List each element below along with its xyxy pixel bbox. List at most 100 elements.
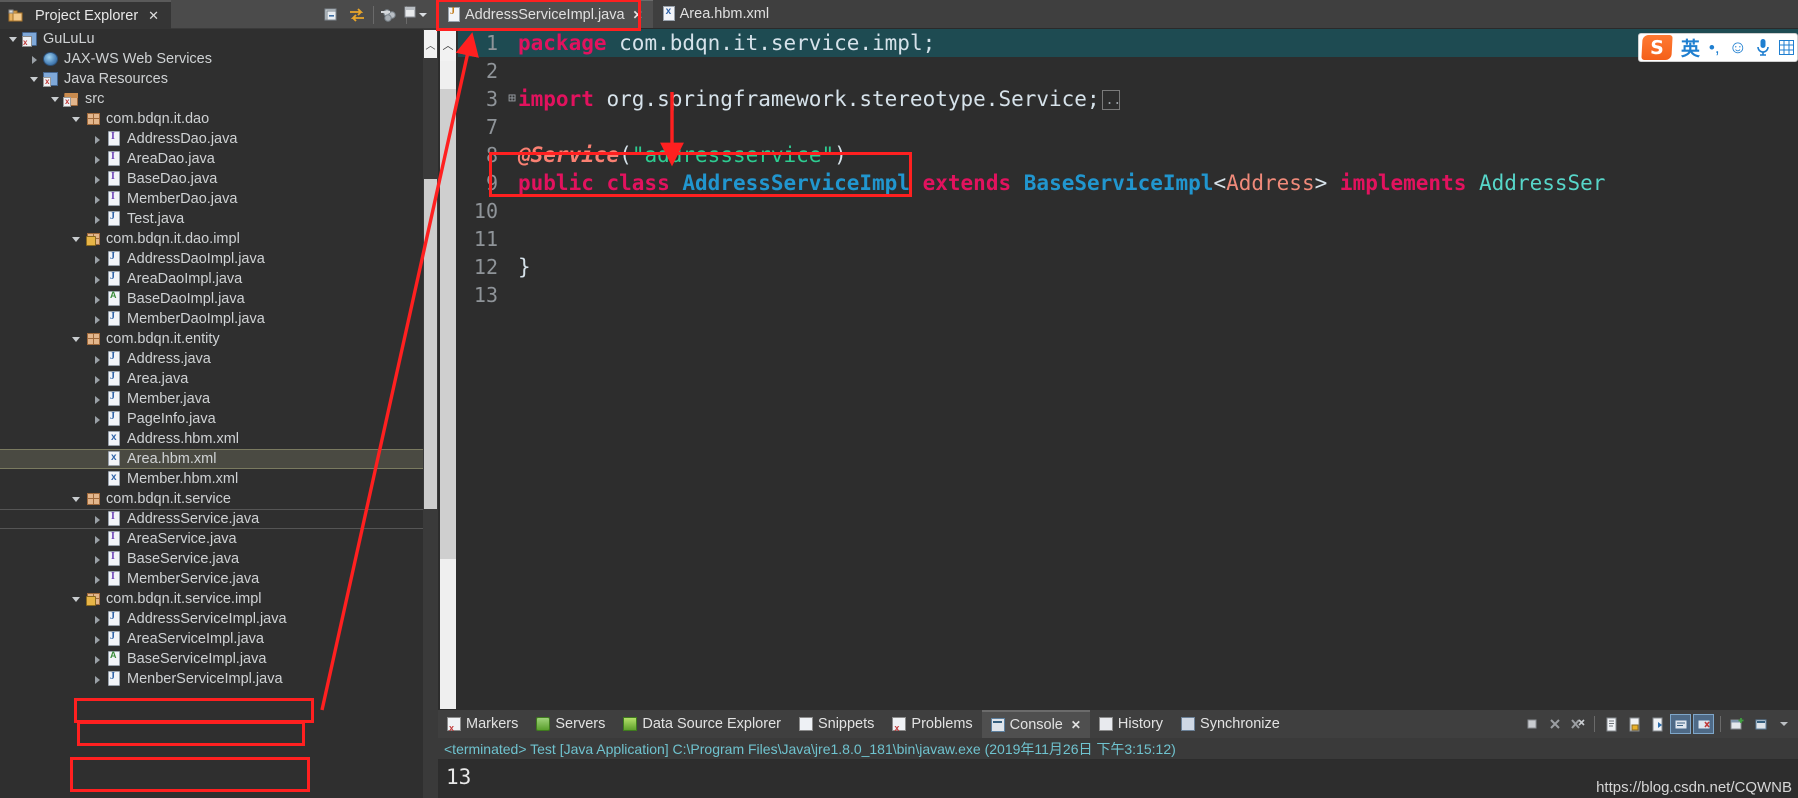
editor-tab-area-hbm-xml[interactable]: Area.hbm.xml: [653, 0, 779, 28]
scroll-up-arrow-icon[interactable]: ︿: [424, 30, 437, 58]
code-text[interactable]: @Service("addressservice"): [518, 141, 847, 169]
tree-item-areaservice-java[interactable]: AreaService.java: [0, 529, 438, 549]
collapsed-code-icon[interactable]: [1101, 87, 1121, 115]
tree-item-member-hbm-xml[interactable]: Member.hbm.xml: [0, 469, 438, 489]
code-line-9[interactable]: 9 public class AddressServiceImpl extends…: [458, 169, 1798, 197]
tree-item-memberservice-java[interactable]: MemberService.java: [0, 569, 438, 589]
close-icon[interactable]: ✕: [148, 8, 159, 24]
code-line-1[interactable]: 1 package com.bdqn.it.service.impl;: [458, 29, 1798, 57]
expand-arrow-closed-icon[interactable]: [92, 534, 103, 545]
bottom-tab-history[interactable]: History: [1090, 710, 1172, 738]
tree-item-gululu[interactable]: GuLuLu: [0, 29, 438, 49]
expand-arrow-open-icon[interactable]: [71, 494, 82, 505]
ime-keyboard-icon[interactable]: [1779, 40, 1794, 55]
close-icon[interactable]: ✕: [1071, 718, 1081, 732]
clear-console-icon[interactable]: [1693, 714, 1714, 734]
open-console-icon[interactable]: [1601, 714, 1622, 734]
bottom-tab-problems[interactable]: Problems: [883, 710, 981, 738]
tree-item-addressdaoimpl-java[interactable]: AddressDaoImpl.java: [0, 249, 438, 269]
remove-all-launches-icon[interactable]: [1567, 714, 1588, 734]
tree-item-address-java[interactable]: Address.java: [0, 349, 438, 369]
code-line-12[interactable]: 12}: [458, 253, 1798, 281]
tree-item-baseservice-java[interactable]: BaseService.java: [0, 549, 438, 569]
code-text[interactable]: public class AddressServiceImpl extends …: [518, 169, 1605, 197]
expand-arrow-closed-icon[interactable]: [92, 314, 103, 325]
tree-item-memberdaoimpl-java[interactable]: MemberDaoImpl.java: [0, 309, 438, 329]
expand-arrow-closed-icon[interactable]: [92, 514, 103, 525]
chevron-down-icon[interactable]: [1773, 714, 1794, 734]
expand-arrow-closed-icon[interactable]: [92, 134, 103, 145]
link-with-editor-icon[interactable]: [344, 3, 370, 27]
expand-arrow-closed-icon[interactable]: [92, 414, 103, 425]
tree-item-addressdao-java[interactable]: AddressDao.java: [0, 129, 438, 149]
tree-item-addressservice-java[interactable]: AddressService.java: [0, 509, 438, 529]
expand-arrow-closed-icon[interactable]: [92, 174, 103, 185]
bottom-tab-servers[interactable]: Servers: [527, 710, 614, 738]
tree-item-member-java[interactable]: Member.java: [0, 389, 438, 409]
editor-tab-addressserviceimpl[interactable]: AddressServiceImpl.java ✕: [438, 0, 653, 28]
collapse-all-icon[interactable]: [318, 3, 344, 27]
ime-language-icon[interactable]: 英: [1681, 34, 1700, 61]
bottom-tab-snippets[interactable]: Snippets: [790, 710, 883, 738]
pin-console-icon[interactable]: [1647, 714, 1668, 734]
expand-arrow-closed-icon[interactable]: [92, 274, 103, 285]
bottom-tab-markers[interactable]: Markers: [438, 710, 527, 738]
tree-item-menberserviceimpl-java[interactable]: MenberServiceImpl.java: [0, 669, 438, 689]
expand-arrow-closed-icon[interactable]: [92, 254, 103, 265]
expand-arrow-closed-icon[interactable]: [92, 654, 103, 665]
remove-launch-icon[interactable]: [1544, 714, 1565, 734]
tab-project-explorer[interactable]: Project Explorer ✕: [0, 0, 172, 29]
tree-item-baseserviceimpl-java[interactable]: BaseServiceImpl.java: [0, 649, 438, 669]
code-editor[interactable]: ︿ 1 package com.bdqn.it.service.impl; 2 3 ⊞ i…: [438, 29, 1798, 709]
expand-arrow-closed-icon[interactable]: [92, 554, 103, 565]
tree-item-areaserviceimpl-java[interactable]: AreaServiceImpl.java: [0, 629, 438, 649]
close-icon[interactable]: ✕: [633, 8, 643, 22]
code-text[interactable]: package com.bdqn.it.service.impl;: [518, 29, 935, 57]
code-text[interactable]: import org.springframework.stereotype.Se…: [518, 85, 1121, 115]
expand-arrow-open-icon[interactable]: [29, 74, 40, 85]
tree-item-com-bdqn-it-dao[interactable]: com.bdqn.it.dao: [0, 109, 438, 129]
scrollbar-thumb[interactable]: [424, 179, 437, 509]
expand-arrow-closed-icon[interactable]: [92, 154, 103, 165]
expand-arrow-open-icon[interactable]: [8, 34, 19, 45]
tree-item-areadao-java[interactable]: AreaDao.java: [0, 149, 438, 169]
tree-item-java-resources[interactable]: Java Resources: [0, 69, 438, 89]
sogou-ime-toolbar[interactable]: S 英 •, ☺: [1637, 33, 1798, 62]
expand-arrow-closed-icon[interactable]: [92, 294, 103, 305]
terminate-icon[interactable]: [1521, 714, 1542, 734]
expand-arrow-open-icon[interactable]: [71, 234, 82, 245]
tree-item-basedao-java[interactable]: BaseDao.java: [0, 169, 438, 189]
fold-expand-icon[interactable]: ⊞: [506, 85, 518, 113]
project-tree-scrollbar[interactable]: ︿: [423, 29, 438, 798]
scroll-lock-icon[interactable]: [1670, 714, 1691, 734]
tree-item-addressserviceimpl-java[interactable]: AddressServiceImpl.java: [0, 609, 438, 629]
expand-arrow-closed-icon[interactable]: [92, 674, 103, 685]
expand-arrow-closed-icon[interactable]: [92, 194, 103, 205]
open-console-menu-icon[interactable]: [1750, 714, 1771, 734]
new-console-view-icon[interactable]: [1727, 714, 1748, 734]
tree-item-test-java[interactable]: Test.java: [0, 209, 438, 229]
expand-arrow-open-icon[interactable]: [71, 334, 82, 345]
bottom-tab-synchronize[interactable]: Synchronize: [1172, 710, 1289, 738]
expand-arrow-closed-icon[interactable]: [92, 214, 103, 225]
tree-item-basedaoimpl-java[interactable]: BaseDaoImpl.java: [0, 289, 438, 309]
ime-voice-icon[interactable]: [1756, 38, 1770, 57]
expand-arrow-closed-icon[interactable]: [29, 54, 40, 65]
code-line-8[interactable]: 8 @Service("addressservice"): [458, 141, 1798, 169]
code-line-11[interactable]: 11: [458, 225, 1798, 253]
ime-emoji-icon[interactable]: ☺: [1729, 37, 1747, 58]
project-tree[interactable]: GuLuLu JAX-WS Web Services Java Resources s…: [0, 29, 438, 798]
code-line-10[interactable]: 10: [458, 197, 1798, 225]
tree-item-area-java[interactable]: Area.java: [0, 369, 438, 389]
tree-item-areadaoimpl-java[interactable]: AreaDaoImpl.java: [0, 269, 438, 289]
expand-arrow-closed-icon[interactable]: [92, 574, 103, 585]
sogou-logo-icon[interactable]: S: [1641, 35, 1673, 60]
tree-item-address-hbm-xml[interactable]: Address.hbm.xml: [0, 429, 438, 449]
maximize-icon[interactable]: [402, 5, 418, 24]
tree-item-jax-ws-web-services[interactable]: JAX-WS Web Services: [0, 49, 438, 69]
tree-item-com-bdqn-it-service[interactable]: com.bdqn.it.service: [0, 489, 438, 509]
code-line-13[interactable]: 13: [458, 281, 1798, 309]
scrollbar-thumb[interactable]: [440, 89, 456, 559]
expand-arrow-open-icon[interactable]: [71, 114, 82, 125]
bottom-tab-data-source-explorer[interactable]: Data Source Explorer: [614, 710, 790, 738]
